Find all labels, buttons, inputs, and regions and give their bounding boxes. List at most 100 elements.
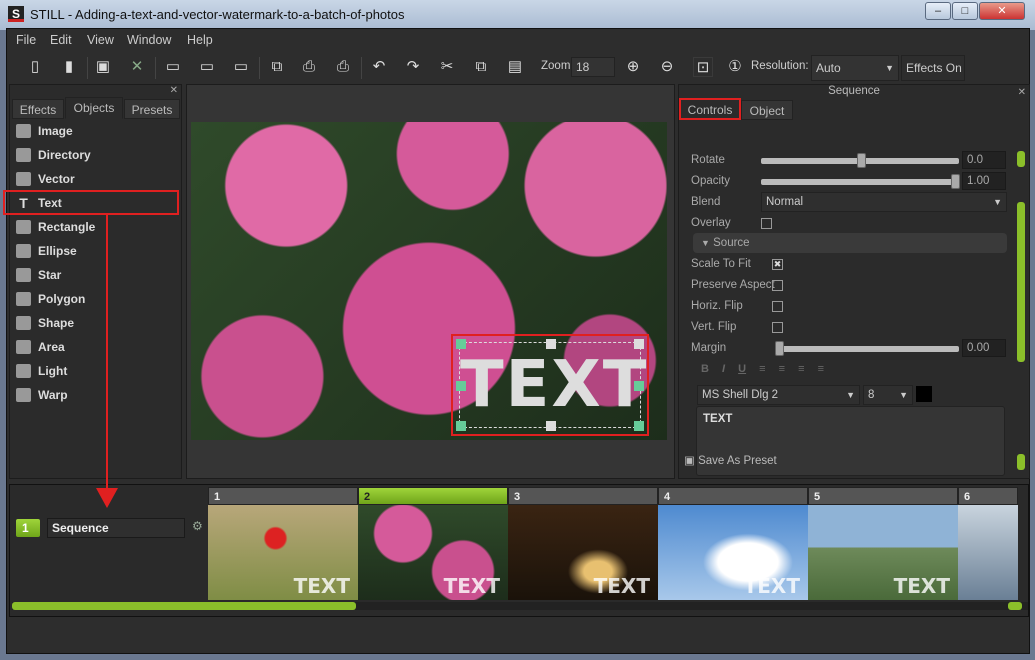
resize-handle[interactable] [546, 339, 556, 349]
close-doc-icon[interactable]: ✕ [127, 57, 147, 77]
frame-thumbnail[interactable] [958, 505, 1018, 600]
underline-button[interactable]: U [738, 363, 746, 375]
zoom-input[interactable]: 18 [571, 57, 615, 77]
object-item-image[interactable]: Image [14, 121, 174, 141]
save-as-preset-button[interactable]: ▣ Save As Preset [684, 453, 777, 467]
source-section-header[interactable]: ▼ Source [693, 233, 1007, 253]
frame-header-6[interactable]: 6 [958, 487, 1018, 505]
scroll-up-button[interactable] [1017, 151, 1025, 167]
object-item-light[interactable]: Light [14, 361, 174, 381]
track-settings-icon[interactable]: ⚙ [192, 519, 203, 533]
resize-handle[interactable] [456, 421, 466, 431]
menu-view[interactable]: View [87, 33, 114, 47]
redo-icon[interactable]: ↷ [403, 57, 423, 77]
track-name-field[interactable]: Sequence [47, 518, 185, 538]
overlay-checkbox[interactable] [761, 218, 772, 229]
new-icon[interactable]: ▯ [25, 57, 45, 77]
close-panel-icon[interactable]: ✕ [1018, 87, 1026, 98]
frame-thumbnail[interactable]: TEXT [658, 505, 808, 600]
object-item-star[interactable]: Star [14, 265, 174, 285]
font-size-select[interactable]: 8 ▼ [863, 385, 913, 405]
frame-header-4[interactable]: 4 [658, 487, 808, 505]
justify-icon[interactable]: ≡ [818, 363, 824, 375]
track-number-badge[interactable]: 1 [16, 519, 40, 537]
rotate-slider[interactable] [761, 153, 959, 168]
vertical-scrollbar-thumb[interactable] [1017, 202, 1025, 362]
object-item-directory[interactable]: Directory [14, 145, 174, 165]
tab-object[interactable]: Object [741, 100, 793, 120]
object-item-rectangle[interactable]: Rectangle [14, 217, 174, 237]
menu-edit[interactable]: Edit [50, 33, 72, 47]
tab-presets[interactable]: Presets [124, 99, 180, 119]
menu-window[interactable]: Window [127, 33, 171, 47]
opacity-slider[interactable] [761, 174, 960, 189]
object-item-warp[interactable]: Warp [14, 385, 174, 405]
import-folder-icon[interactable]: ▭ [231, 57, 251, 77]
resize-handle[interactable] [634, 339, 644, 349]
zoom-fit-icon[interactable]: ⊡ [693, 57, 713, 77]
effects-toggle[interactable]: Effects On [901, 55, 965, 81]
tab-controls[interactable]: Controls [679, 98, 741, 120]
preserve-aspect-checkbox[interactable] [772, 280, 783, 291]
zoom-actual-icon[interactable]: ① [725, 57, 745, 77]
menu-help[interactable]: Help [187, 33, 213, 47]
margin-input[interactable]: 0.00 [962, 339, 1006, 357]
rotate-input[interactable]: 0.0 [962, 151, 1006, 169]
align-left-icon[interactable]: ≡ [759, 363, 765, 375]
align-right-icon[interactable]: ≡ [798, 363, 804, 375]
paste-icon[interactable]: ▤ [505, 57, 525, 77]
zoom-in-icon[interactable]: ⊕ [623, 57, 643, 77]
resize-handle[interactable] [456, 339, 466, 349]
object-item-ellipse[interactable]: Ellipse [14, 241, 174, 261]
resize-handle[interactable] [546, 421, 556, 431]
cut-icon[interactable]: ✂ [437, 57, 457, 77]
object-item-polygon[interactable]: Polygon [14, 289, 174, 309]
zoom-out-icon[interactable]: ⊖ [657, 57, 677, 77]
open-icon[interactable]: ▮ [59, 57, 79, 77]
align-center-icon[interactable]: ≡ [779, 363, 785, 375]
batch-icon[interactable]: ⧉ [267, 57, 287, 77]
frame-header-5[interactable]: 5 [808, 487, 958, 505]
tab-effects[interactable]: Effects [12, 99, 64, 119]
resolution-select[interactable]: Auto ▼ [811, 55, 899, 81]
frame-thumbnail[interactable]: TEXT [358, 505, 508, 600]
text-color-swatch[interactable] [916, 386, 932, 402]
export-icon[interactable]: ⎙ [299, 57, 319, 77]
menu-file[interactable]: File [16, 33, 36, 47]
timeline-scroll-end[interactable] [1008, 602, 1022, 610]
resize-handle[interactable] [634, 421, 644, 431]
margin-slider[interactable] [775, 341, 959, 356]
bold-button[interactable]: B [701, 363, 709, 375]
frame-header-2[interactable]: 2 [358, 487, 508, 505]
add-image-icon[interactable]: ▭ [163, 57, 183, 77]
frame-header-1[interactable]: 1 [208, 487, 358, 505]
object-item-area[interactable]: Area [14, 337, 174, 357]
close-panel-icon[interactable]: ✕ [170, 85, 178, 96]
print-icon[interactable]: ⎙ [333, 57, 353, 77]
save-icon[interactable]: ▣ [93, 57, 113, 77]
frame-thumbnail[interactable]: TEXT [808, 505, 958, 600]
undo-icon[interactable]: ↶ [369, 57, 389, 77]
minimize-button[interactable]: – [925, 2, 951, 20]
vert-flip-checkbox[interactable] [772, 322, 783, 333]
font-select[interactable]: MS Shell Dlg 2 ▼ [697, 385, 860, 405]
canvas-photo[interactable]: TEXT [191, 122, 667, 440]
opacity-input[interactable]: 1.00 [962, 172, 1006, 190]
tab-objects[interactable]: Objects [65, 97, 123, 119]
object-item-shape[interactable]: Shape [14, 313, 174, 333]
scale-to-fit-checkbox[interactable]: ✖ [772, 259, 783, 270]
horiz-flip-checkbox[interactable] [772, 301, 783, 312]
resize-handle[interactable] [634, 381, 644, 391]
blend-select[interactable]: Normal ▼ [761, 192, 1007, 212]
copy-icon[interactable]: ⧉ [471, 57, 491, 77]
resize-handle[interactable] [456, 381, 466, 391]
import-image-icon[interactable]: ▭ [197, 57, 217, 77]
maximize-button[interactable]: □ [952, 2, 978, 20]
object-item-vector[interactable]: Vector [14, 169, 174, 189]
frame-header-3[interactable]: 3 [508, 487, 658, 505]
scroll-down-button[interactable] [1017, 454, 1025, 470]
italic-button[interactable]: I [722, 363, 725, 375]
close-button[interactable]: ✕ [979, 2, 1025, 20]
frame-thumbnail[interactable]: TEXT [508, 505, 658, 600]
frame-thumbnail[interactable]: TEXT [208, 505, 358, 600]
